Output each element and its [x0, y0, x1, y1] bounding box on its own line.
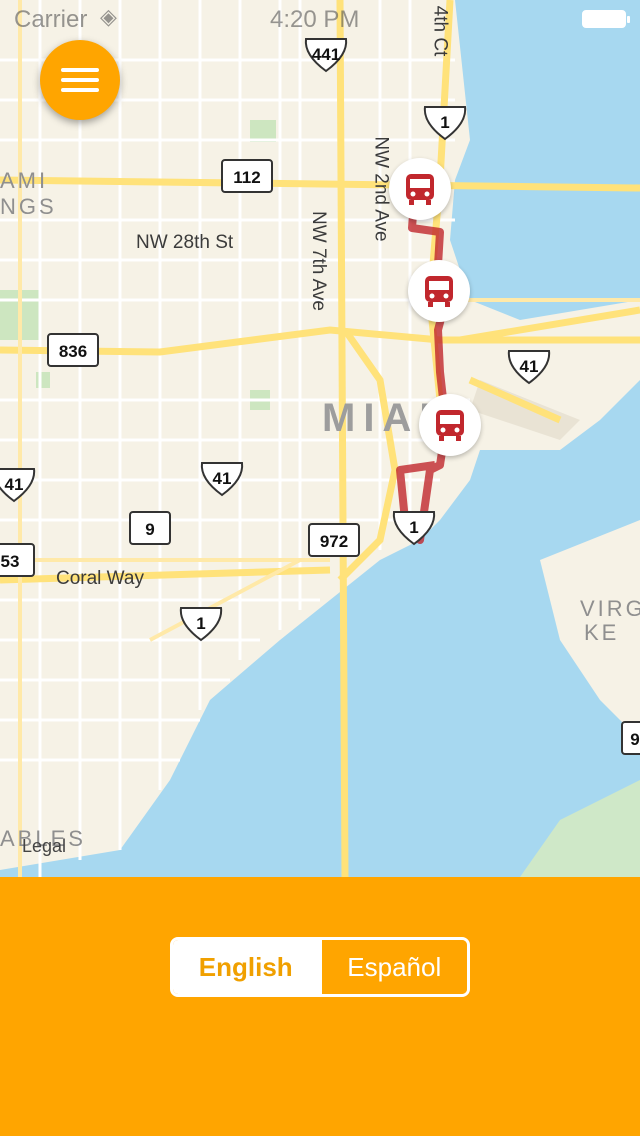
route-shield: 41: [198, 461, 246, 497]
language-option-espanol[interactable]: Español: [318, 940, 467, 994]
language-option-english[interactable]: English: [173, 940, 319, 994]
route-shield: 972: [307, 522, 361, 558]
area-label: NGS: [0, 194, 57, 219]
bus-icon: [425, 276, 453, 307]
bus-icon: [436, 410, 464, 441]
route-shield: 9: [128, 510, 172, 546]
bottom-panel: [0, 877, 640, 1136]
map-canvas[interactable]: [0, 0, 640, 877]
bus-stop-marker[interactable]: [389, 158, 451, 220]
street-label: NW 28th St: [136, 232, 234, 253]
route-shield: 1: [421, 105, 469, 141]
route-shield: 9: [620, 720, 640, 756]
area-label: AMI: [0, 168, 49, 193]
map-view[interactable]: [0, 0, 640, 877]
status-bar: Carrier ◈ 4:20 PM: [0, 0, 640, 40]
bus-stop-marker[interactable]: [408, 260, 470, 322]
carrier-label: Carrier: [14, 6, 88, 33]
language-toggle[interactable]: English Español: [170, 937, 470, 997]
area-label: KE: [584, 620, 620, 645]
route-shield: 836: [46, 332, 100, 368]
clock: 4:20 PM: [270, 6, 360, 33]
hamburger-icon-line: [61, 78, 99, 82]
route-shield: 441: [302, 37, 350, 73]
street-label: NW 7th Ave: [307, 211, 329, 311]
route-shield: 41: [0, 467, 38, 503]
menu-button[interactable]: [40, 40, 120, 120]
hamburger-icon: [61, 68, 99, 72]
route-shield: 41: [505, 349, 553, 385]
wifi-icon: ◈: [100, 4, 117, 29]
hamburger-icon-line: [61, 88, 99, 92]
route-shield: 1: [177, 606, 225, 642]
battery-icon: [582, 10, 630, 28]
bus-icon: [406, 174, 434, 205]
bus-stop-marker[interactable]: [419, 394, 481, 456]
legal-link[interactable]: Legal: [22, 836, 66, 857]
route-shield: 112: [220, 158, 274, 194]
street-label: Coral Way: [56, 568, 144, 589]
area-label: VIRG: [580, 596, 640, 621]
route-shield: 1: [390, 510, 438, 546]
route-shield: 53: [0, 542, 36, 578]
